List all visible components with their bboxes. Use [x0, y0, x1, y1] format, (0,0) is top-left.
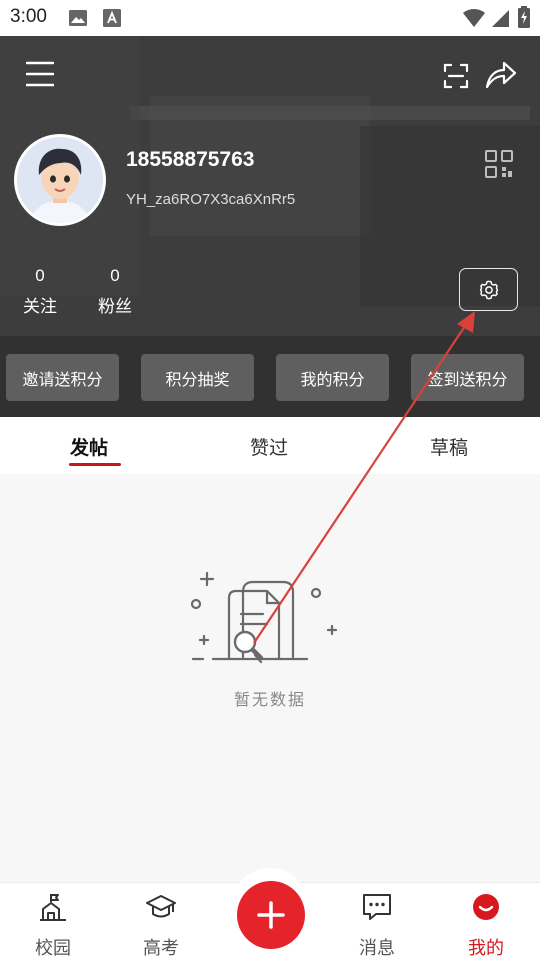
- message-icon: [363, 894, 391, 920]
- tab-posts[interactable]: 发帖: [70, 433, 108, 460]
- following-stat[interactable]: 0 关注: [10, 266, 70, 317]
- nav-label: 我的: [468, 938, 504, 959]
- nav-campus[interactable]: 校园: [13, 883, 93, 960]
- graduation-cap-icon: [146, 895, 176, 918]
- avatar-illustration: [17, 137, 103, 223]
- user-id: YH_za6RO7X3ca6XnRr5: [126, 191, 296, 208]
- user-phone: 18558875763: [126, 148, 255, 171]
- profile-icon: [473, 894, 499, 920]
- followers-count: 0: [110, 266, 120, 285]
- tab-liked[interactable]: 赞过: [250, 433, 288, 460]
- followers-label: 粉丝: [98, 297, 132, 317]
- empty-state-illustration: [190, 571, 338, 664]
- following-label: 关注: [23, 297, 57, 317]
- nav-label: 校园: [35, 938, 71, 959]
- text-notification-icon: [103, 9, 121, 27]
- battery-icon: [518, 6, 530, 28]
- menu-icon[interactable]: [26, 61, 54, 87]
- followers-stat[interactable]: 0 粉丝: [85, 266, 145, 317]
- qr-code-icon[interactable]: [484, 149, 514, 179]
- signal-icon: [492, 10, 509, 27]
- points-lottery-button[interactable]: 积分抽奖: [141, 354, 254, 401]
- tab-drafts[interactable]: 草稿: [430, 433, 468, 460]
- nav-label: 消息: [359, 938, 395, 959]
- checkin-points-button[interactable]: 签到送积分: [411, 354, 524, 401]
- settings-button[interactable]: [459, 268, 518, 311]
- image-notification-icon: [69, 10, 87, 26]
- nav-messages[interactable]: 消息: [337, 883, 417, 960]
- nav-profile[interactable]: 我的: [446, 883, 526, 960]
- campus-icon: [40, 894, 66, 921]
- content-tabs: 发帖 赞过 草稿: [0, 417, 540, 474]
- create-post-button[interactable]: [237, 881, 305, 949]
- profile-header: 18558875763 YH_za6RO7X3ca6XnRr5 0 关注 0 粉…: [0, 36, 540, 417]
- share-icon[interactable]: [485, 60, 517, 90]
- status-bar: 3:00: [0, 0, 540, 36]
- active-tab-indicator: [69, 463, 121, 466]
- nav-label: 高考: [143, 938, 179, 959]
- avatar[interactable]: [14, 134, 106, 226]
- my-points-button[interactable]: 我的积分: [276, 354, 389, 401]
- gear-icon: [479, 280, 498, 299]
- wifi-icon: [463, 8, 485, 27]
- status-time: 3:00: [10, 6, 47, 27]
- plus-icon: [257, 901, 285, 929]
- scan-icon[interactable]: [443, 63, 469, 89]
- invite-points-button[interactable]: 邀请送积分: [6, 354, 119, 401]
- nav-gaokao[interactable]: 高考: [121, 883, 201, 960]
- following-count: 0: [35, 266, 45, 285]
- empty-state-text: 暂无数据: [233, 690, 306, 709]
